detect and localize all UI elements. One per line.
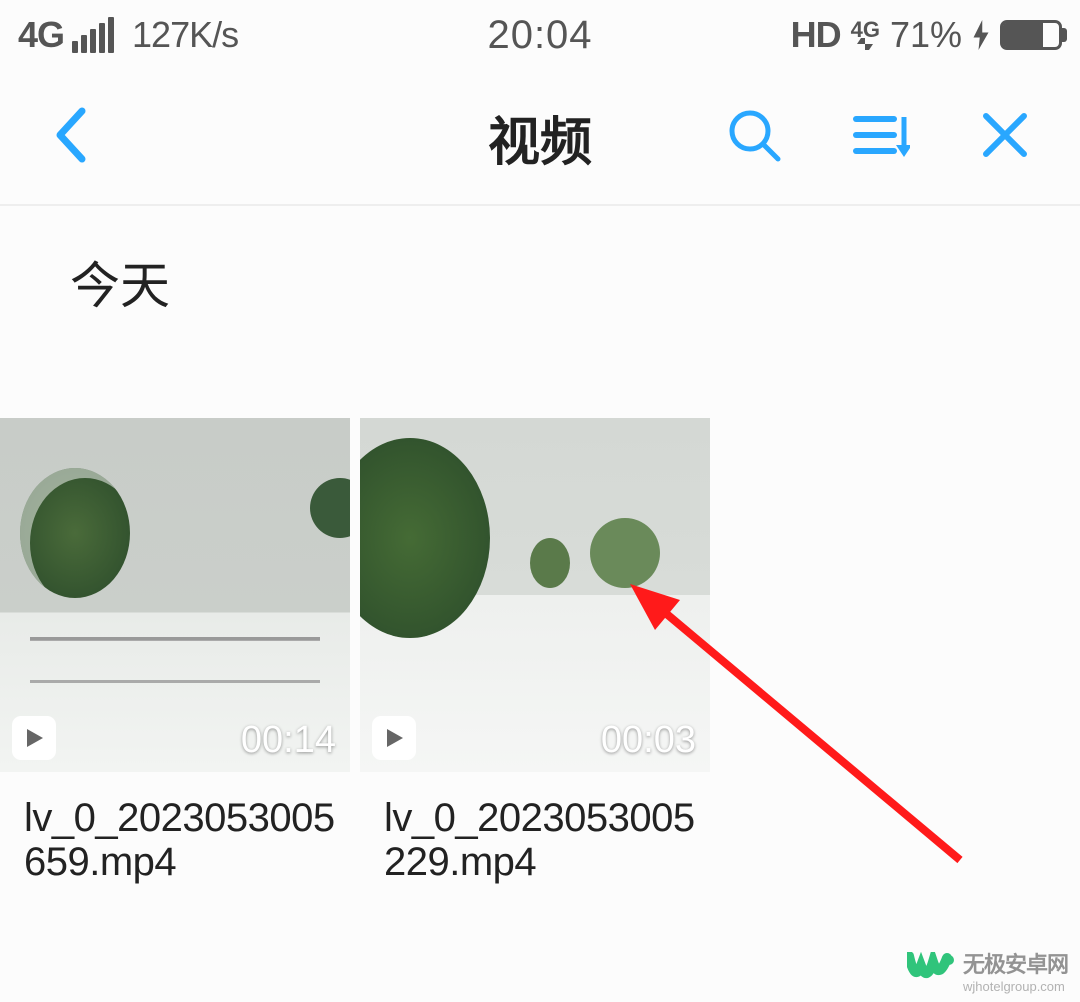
video-filename: lv_0_2023053005659.mp4 <box>0 772 350 884</box>
video-duration: 00:14 <box>241 719 336 762</box>
video-duration: 00:03 <box>601 719 696 762</box>
video-grid: 00:14 lv_0_2023053005659.mp4 00:03 lv_0_… <box>0 418 1080 884</box>
search-button[interactable] <box>726 107 782 168</box>
status-bar: 4G 127K/s 20:04 HD 4G 71% <box>0 0 1080 70</box>
watermark: 无极安卓网 wjhotelgroup.com <box>907 947 1068 994</box>
play-icon <box>12 716 56 760</box>
video-thumbnail[interactable]: 00:03 <box>360 418 710 772</box>
header-actions <box>726 107 1030 168</box>
video-item[interactable]: 00:14 lv_0_2023053005659.mp4 <box>0 418 350 884</box>
battery-percent: 71% <box>890 14 962 56</box>
page-title: 视频 <box>488 100 592 175</box>
play-icon <box>372 716 416 760</box>
status-left: 4G 127K/s <box>18 14 238 56</box>
charging-icon <box>972 20 990 50</box>
battery-icon <box>1000 20 1062 50</box>
watermark-title: 无极安卓网 <box>963 947 1068 979</box>
sort-button[interactable] <box>852 107 910 168</box>
clock-time: 20:04 <box>487 13 592 58</box>
video-item[interactable]: 00:03 lv_0_2023053005229.mp4 <box>360 418 710 884</box>
signal-icon <box>72 17 114 53</box>
hd-indicator: HD <box>791 14 841 56</box>
data-indicator: 4G <box>851 20 880 50</box>
close-button[interactable] <box>980 110 1030 165</box>
video-thumbnail[interactable]: 00:14 <box>0 418 350 772</box>
network-speed: 127K/s <box>132 14 238 56</box>
status-right: HD 4G 71% <box>791 14 1062 56</box>
video-filename: lv_0_2023053005229.mp4 <box>360 772 710 884</box>
watermark-url: wjhotelgroup.com <box>963 979 1068 994</box>
back-button[interactable] <box>50 105 90 170</box>
section-today-label: 今天 <box>0 206 1080 318</box>
app-header: 视频 <box>0 70 1080 206</box>
network-type: 4G <box>18 14 64 56</box>
watermark-logo-icon <box>907 952 955 990</box>
